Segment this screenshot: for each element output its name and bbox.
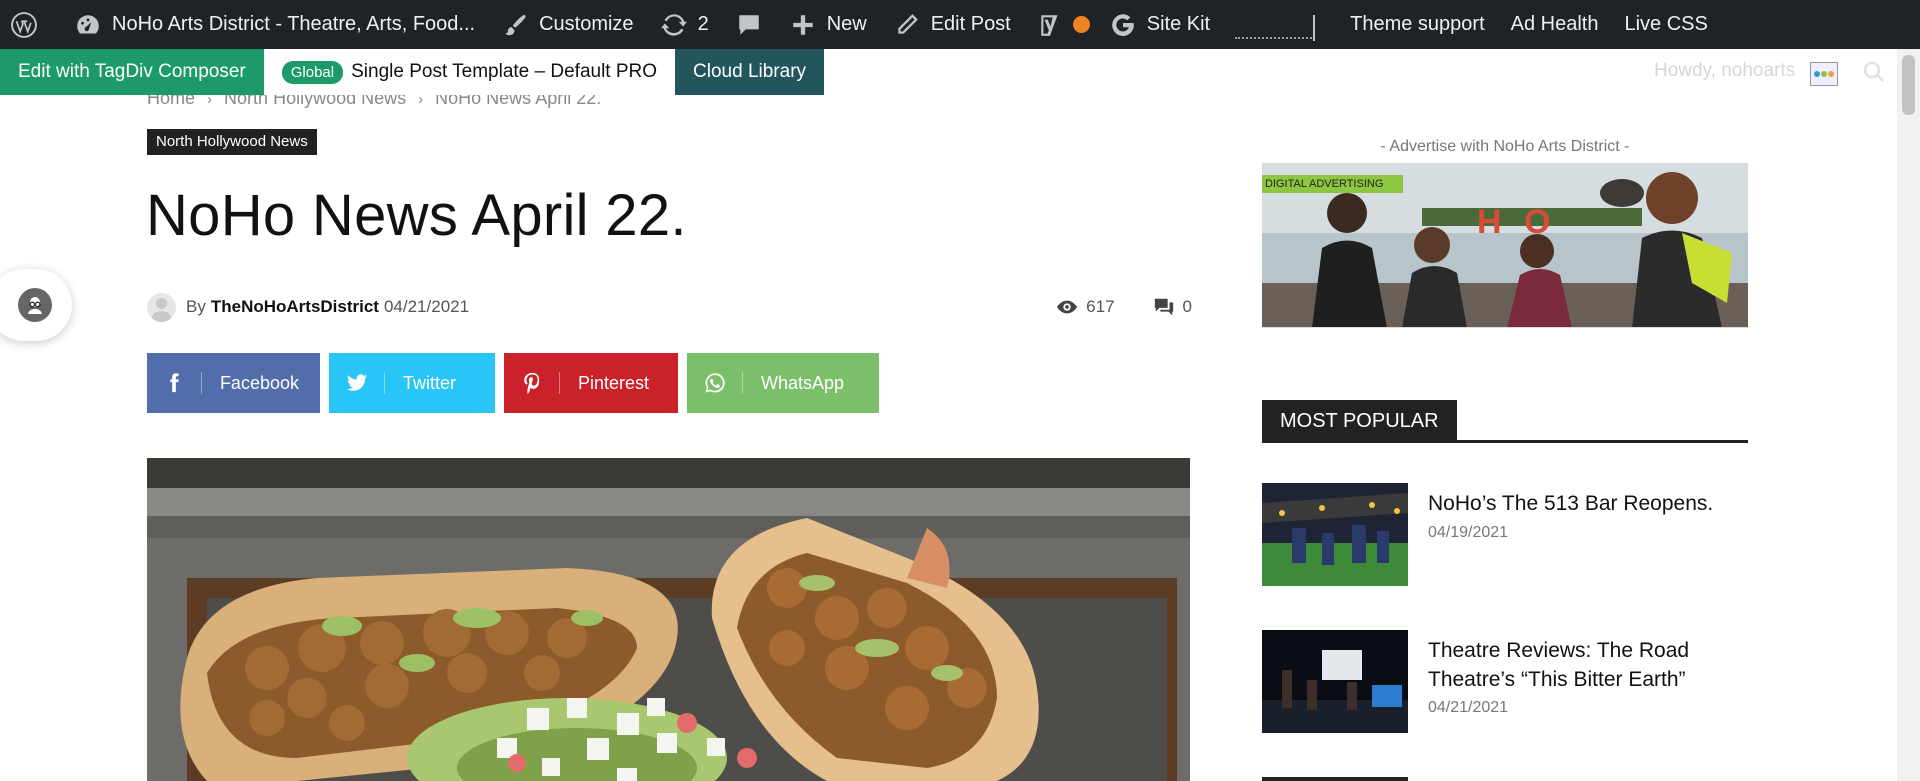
edit-post-label: Edit Post xyxy=(930,13,1011,35)
share-twitter-button[interactable]: Twitter xyxy=(329,353,495,413)
howdy-user-menu[interactable]: Howdy, nohoarts xyxy=(1654,60,1795,82)
share-facebook-button[interactable]: Facebook xyxy=(147,353,320,413)
site-name-menu[interactable]: NoHo Arts District - Theatre, Arts, Food… xyxy=(61,0,488,49)
customize-button[interactable]: Customize xyxy=(488,0,646,49)
search-icon[interactable] xyxy=(1862,60,1886,84)
facebook-icon xyxy=(147,353,202,413)
updates-button[interactable]: 2 xyxy=(647,0,722,49)
pinterest-icon xyxy=(504,353,560,413)
most-popular-heading: MOST POPULAR xyxy=(1262,400,1748,443)
edit-post-button[interactable]: Edit Post xyxy=(880,0,1024,49)
live-css-label: Live CSS xyxy=(1624,13,1708,35)
share-whatsapp-button[interactable]: WhatsApp xyxy=(687,353,879,413)
site-name-label: NoHo Arts District - Theatre, Arts, Food… xyxy=(112,13,476,35)
theme-support-label: Theme support xyxy=(1350,13,1485,35)
by-label: By xyxy=(186,297,206,316)
list-item[interactable]: NoHo’s The 513 Bar Reopens. 04/19/2021 xyxy=(1262,483,1748,586)
site-kit-label: Site Kit xyxy=(1146,13,1211,35)
comments-button[interactable] xyxy=(722,0,776,49)
post-title: NoHo News April 22. xyxy=(146,183,687,248)
user-avatar[interactable] xyxy=(1810,62,1838,86)
share-pinterest-label: Pinterest xyxy=(578,372,650,393)
dashboard-gauge-icon xyxy=(74,11,102,39)
admin-bar: NoHo Arts District - Theatre, Arts, Food… xyxy=(0,0,1920,49)
page-scrollbar[interactable] xyxy=(1897,49,1920,781)
category-badge[interactable]: North Hollywood News xyxy=(147,129,317,155)
wordpress-logo-button[interactable] xyxy=(0,0,61,49)
wordpress-icon xyxy=(10,11,38,39)
edit-with-composer-button[interactable]: Edit with TagDiv Composer xyxy=(0,49,264,95)
reader-glasses-icon xyxy=(18,288,52,322)
yoast-seo-button[interactable] xyxy=(1024,0,1096,49)
popular-thumbnail[interactable] xyxy=(1262,630,1408,733)
scrollbar-thumb[interactable] xyxy=(1902,55,1915,115)
customize-label: Customize xyxy=(539,13,634,35)
twitter-icon xyxy=(329,353,385,413)
post-meta: By TheNoHoArtsDistrict 04/21/2021 617 0 xyxy=(147,292,1192,322)
post-date: 04/21/2021 xyxy=(383,297,470,316)
most-popular-title: MOST POPULAR xyxy=(1262,400,1457,443)
seo-status-dot xyxy=(1072,16,1090,33)
new-label: New xyxy=(826,13,867,35)
popular-date: 04/19/2021 xyxy=(1428,524,1509,541)
eye-icon xyxy=(1057,300,1078,314)
list-item[interactable]: Theatre Reviews: The Road Theatre’s “Thi… xyxy=(1262,630,1748,733)
comment-bubble-icon xyxy=(735,11,763,39)
share-buttons: Facebook Twitter Pinterest WhatsApp xyxy=(147,353,879,413)
updates-refresh-icon xyxy=(660,11,688,39)
google-g-icon xyxy=(1109,11,1137,39)
share-whatsapp-label: WhatsApp xyxy=(761,372,845,393)
theme-support-link[interactable]: Theme support xyxy=(1337,0,1498,49)
yoast-icon xyxy=(1037,11,1065,39)
template-selector[interactable]: Global Single Post Template – Default PR… xyxy=(263,49,676,95)
reader-mode-button[interactable] xyxy=(0,269,72,341)
featured-image xyxy=(147,458,1190,781)
whatsapp-icon xyxy=(687,353,743,413)
comment-count[interactable]: 0 xyxy=(1183,297,1192,317)
popular-date: 04/21/2021 xyxy=(1428,699,1509,716)
updates-count: 2 xyxy=(697,13,709,35)
view-count: 617 xyxy=(1086,297,1115,316)
live-css-link[interactable]: Live CSS xyxy=(1611,0,1720,49)
ad-tag: DIGITAL ADVERTISING xyxy=(1262,175,1404,193)
admin-bar-sparkline xyxy=(1235,11,1316,41)
popular-thumbnail[interactable] xyxy=(1262,777,1408,781)
share-facebook-label: Facebook xyxy=(219,372,299,393)
popular-title[interactable]: Theatre Reviews: The Road Theatre’s “Thi… xyxy=(1428,636,1738,694)
share-pinterest-button[interactable]: Pinterest xyxy=(504,353,678,413)
svg-text:H: H xyxy=(1477,203,1502,241)
ad-health-label: Ad Health xyxy=(1510,13,1599,35)
ad-label: - Advertise with NoHo Arts District - xyxy=(1380,138,1630,155)
author-name[interactable]: TheNoHoArtsDistrict xyxy=(211,297,379,317)
plus-icon xyxy=(789,11,817,39)
cloud-library-button[interactable]: Cloud Library xyxy=(675,49,825,95)
cloud-library-label: Cloud Library xyxy=(693,61,807,82)
ad-health-link[interactable]: Ad Health xyxy=(1498,0,1612,49)
template-name: Single Post Template – Default PRO xyxy=(351,61,658,82)
author-avatar[interactable] xyxy=(147,292,176,322)
share-twitter-label: Twitter xyxy=(403,372,457,393)
paintbrush-icon xyxy=(501,11,529,39)
global-badge: Global xyxy=(281,60,344,84)
popular-title[interactable]: NoHo’s The 513 Bar Reopens. xyxy=(1428,489,1738,518)
sandwich-photo xyxy=(147,458,1190,781)
pencil-icon xyxy=(893,11,921,39)
edit-with-composer-label: Edit with TagDiv Composer xyxy=(18,61,246,82)
advertisement-banner[interactable]: H O DIGITAL ADVERTISING xyxy=(1262,163,1748,328)
comments-icon[interactable] xyxy=(1153,296,1175,318)
composer-bar: Edit with TagDiv Composer Global Single … xyxy=(0,49,825,95)
site-kit-button[interactable]: Site Kit xyxy=(1096,0,1223,49)
new-content-button[interactable]: New xyxy=(776,0,880,49)
popular-thumbnail[interactable] xyxy=(1262,483,1408,586)
